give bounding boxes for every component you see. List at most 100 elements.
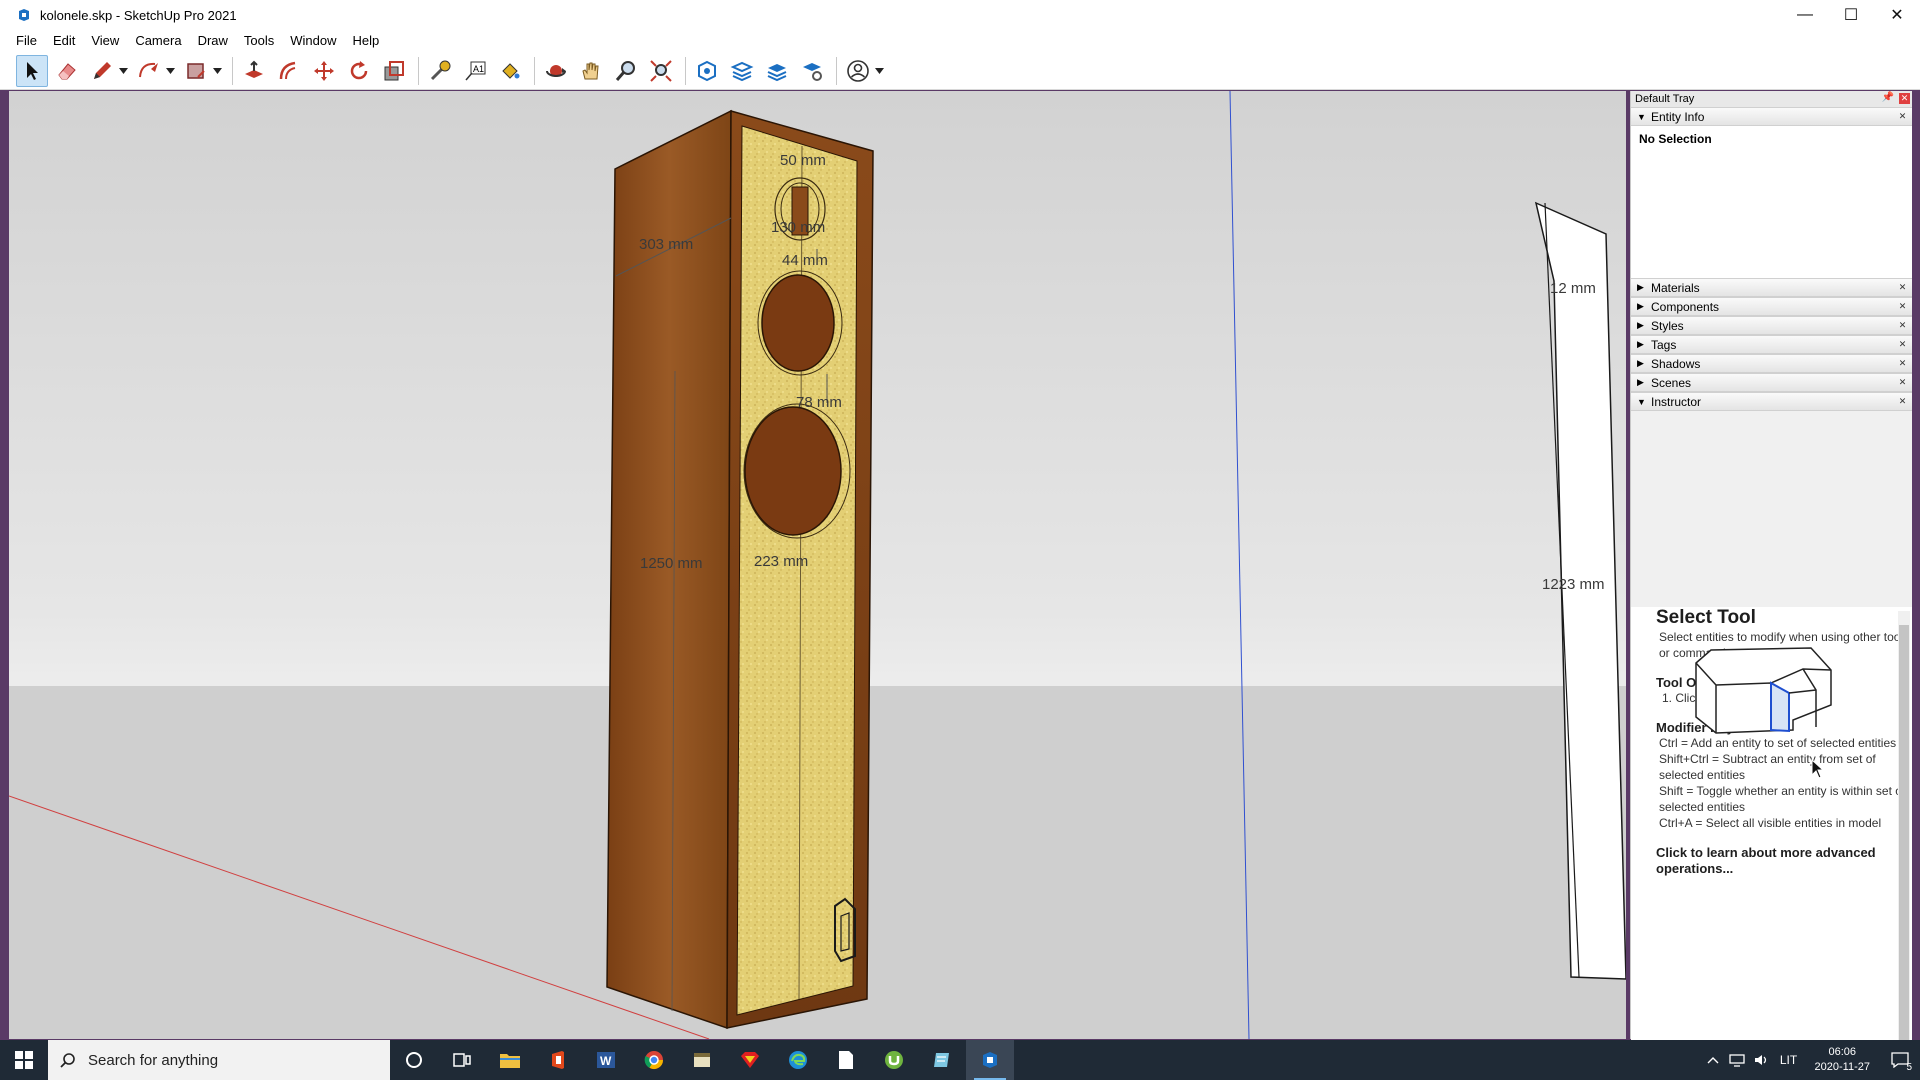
- panel-close-icon[interactable]: ✕: [1897, 320, 1908, 331]
- taskbar-notes[interactable]: [678, 1040, 726, 1080]
- extension-warehouse-button[interactable]: [726, 55, 758, 87]
- tray-title: Default Tray: [1635, 93, 1695, 105]
- taskbar-sketchup[interactable]: [966, 1040, 1014, 1080]
- zoom-extents-tool-button[interactable]: [645, 55, 677, 87]
- text-tool-button[interactable]: A1: [459, 55, 491, 87]
- menu-file[interactable]: File: [8, 30, 45, 52]
- collapse-arrow-icon: ▼: [1637, 111, 1646, 122]
- expand-arrow-icon: ▶: [1637, 358, 1644, 368]
- pin-icon[interactable]: 📌: [1882, 92, 1894, 103]
- toolbar-separator: [836, 56, 837, 85]
- menu-tools[interactable]: Tools: [236, 30, 282, 52]
- panel-materials[interactable]: ▶ Materials ✕: [1631, 278, 1912, 297]
- start-button[interactable]: [0, 1040, 48, 1080]
- taskbar-task-view[interactable]: [438, 1040, 486, 1080]
- panel-close-icon[interactable]: ✕: [1897, 111, 1908, 122]
- notification-center-icon[interactable]: 5: [1880, 1040, 1920, 1080]
- account-button[interactable]: [842, 55, 874, 87]
- panel-close-icon[interactable]: ✕: [1897, 339, 1908, 350]
- panel-close-icon[interactable]: ✕: [1897, 358, 1908, 369]
- volume-icon[interactable]: [1749, 1040, 1773, 1080]
- panel-scenes[interactable]: ▶ Scenes ✕: [1631, 373, 1912, 392]
- extension-manager-button[interactable]: [796, 55, 828, 87]
- dimension-label: 1250 mm: [640, 555, 703, 572]
- toolbar-separator: [534, 56, 535, 85]
- panel-close-icon[interactable]: ✕: [1897, 282, 1908, 293]
- account-dropdown-chevron-icon[interactable]: [873, 55, 885, 87]
- network-icon[interactable]: [1725, 1040, 1749, 1080]
- taskbar-clock[interactable]: 06:06 2020-11-27: [1805, 1045, 1880, 1075]
- panel-styles[interactable]: ▶ Styles ✕: [1631, 316, 1912, 335]
- folder-icon: [500, 1054, 520, 1068]
- pan-tool-button[interactable]: [575, 55, 607, 87]
- arc-tool-button[interactable]: [133, 55, 165, 87]
- line-tool-button[interactable]: [86, 55, 118, 87]
- layout-icon: [767, 63, 787, 81]
- collapse-arrow-icon: ▼: [1637, 396, 1646, 407]
- learn-more-link[interactable]: Click to learn about more advanced opera…: [1656, 845, 1912, 877]
- layout-button[interactable]: [761, 55, 793, 87]
- office-icon: [552, 1051, 564, 1069]
- panel-instructor[interactable]: ▼ Instructor ✕: [1631, 392, 1912, 411]
- menu-camera[interactable]: Camera: [127, 30, 189, 52]
- scrollbar-thumb[interactable]: [1899, 625, 1909, 1080]
- tape-measure-icon: [430, 60, 451, 80]
- panel-components[interactable]: ▶ Components ✕: [1631, 297, 1912, 316]
- 3d-warehouse-button[interactable]: [691, 55, 723, 87]
- orbit-tool-button[interactable]: [540, 55, 572, 87]
- woofer-hole: [744, 406, 842, 536]
- menu-help[interactable]: Help: [345, 30, 388, 52]
- taskbar-utorrent[interactable]: [870, 1040, 918, 1080]
- expand-arrow-icon: ▶: [1637, 320, 1644, 330]
- rectangle-tool-button[interactable]: [180, 55, 212, 87]
- push-pull-tool-button[interactable]: [238, 55, 270, 87]
- panel-close-icon[interactable]: ✕: [1897, 301, 1908, 312]
- notepad-icon: [934, 1053, 949, 1067]
- taskbar-notepad[interactable]: [918, 1040, 966, 1080]
- taskbar-file-explorer[interactable]: [486, 1040, 534, 1080]
- arc-dropdown-chevron-icon[interactable]: [164, 55, 176, 87]
- taskbar-word[interactable]: W: [582, 1040, 630, 1080]
- paint-bucket-icon: [502, 62, 520, 79]
- taskbar-document[interactable]: [822, 1040, 870, 1080]
- eraser-tool-button[interactable]: [51, 55, 83, 87]
- taskbar-search-box[interactable]: Search for anything: [48, 1040, 390, 1080]
- close-button[interactable]: ✕: [1874, 0, 1920, 30]
- paint-bucket-tool-button[interactable]: [494, 55, 526, 87]
- offset-tool-button[interactable]: [273, 55, 305, 87]
- panel-tags[interactable]: ▶ Tags ✕: [1631, 335, 1912, 354]
- taskbar-chrome[interactable]: [630, 1040, 678, 1080]
- model-viewport[interactable]: 50 mm 303 mm 130 mm 44 mm 78 mm 1250 mm …: [9, 91, 1626, 1039]
- taskbar-office[interactable]: [534, 1040, 582, 1080]
- select-tool-button[interactable]: [16, 54, 48, 87]
- menu-window[interactable]: Window: [282, 30, 344, 52]
- line-dropdown-chevron-icon[interactable]: [117, 55, 129, 87]
- select-tool-illustration: [1695, 647, 1832, 734]
- panel-close-icon[interactable]: ✕: [1897, 396, 1908, 407]
- minimize-button[interactable]: —: [1782, 0, 1828, 30]
- show-hidden-icons-chevron-icon[interactable]: [1701, 1040, 1725, 1080]
- move-tool-button[interactable]: [308, 55, 340, 87]
- tray-close-icon[interactable]: ✕: [1899, 93, 1910, 104]
- cursor-arrow-icon: [1811, 759, 1825, 779]
- tape-measure-tool-button[interactable]: [424, 55, 456, 87]
- taskbar-superman-app[interactable]: [726, 1040, 774, 1080]
- menu-view[interactable]: View: [83, 30, 127, 52]
- panel-entity-info[interactable]: ▼ Entity Info ✕: [1631, 107, 1912, 126]
- window-title: kolonele.skp - SketchUp Pro 2021: [40, 7, 237, 23]
- clock-time: 06:06: [1828, 1046, 1857, 1058]
- panel-close-icon[interactable]: ✕: [1897, 377, 1908, 388]
- menu-edit[interactable]: Edit: [45, 30, 83, 52]
- taskbar-edge[interactable]: [774, 1040, 822, 1080]
- zoom-tool-button[interactable]: [610, 55, 642, 87]
- language-indicator[interactable]: LIT: [1773, 1040, 1805, 1080]
- maximize-button[interactable]: ☐: [1828, 0, 1874, 30]
- scale-tool-button[interactable]: [378, 55, 410, 87]
- notification-count: 5: [1906, 1062, 1912, 1073]
- rectangle-dropdown-chevron-icon[interactable]: [211, 55, 223, 87]
- taskbar-cortana[interactable]: [390, 1040, 438, 1080]
- panel-shadows[interactable]: ▶ Shadows ✕: [1631, 354, 1912, 373]
- rotate-tool-button[interactable]: [343, 55, 375, 87]
- instructor-scrollbar[interactable]: [1898, 611, 1910, 1080]
- menu-draw[interactable]: Draw: [190, 30, 236, 52]
